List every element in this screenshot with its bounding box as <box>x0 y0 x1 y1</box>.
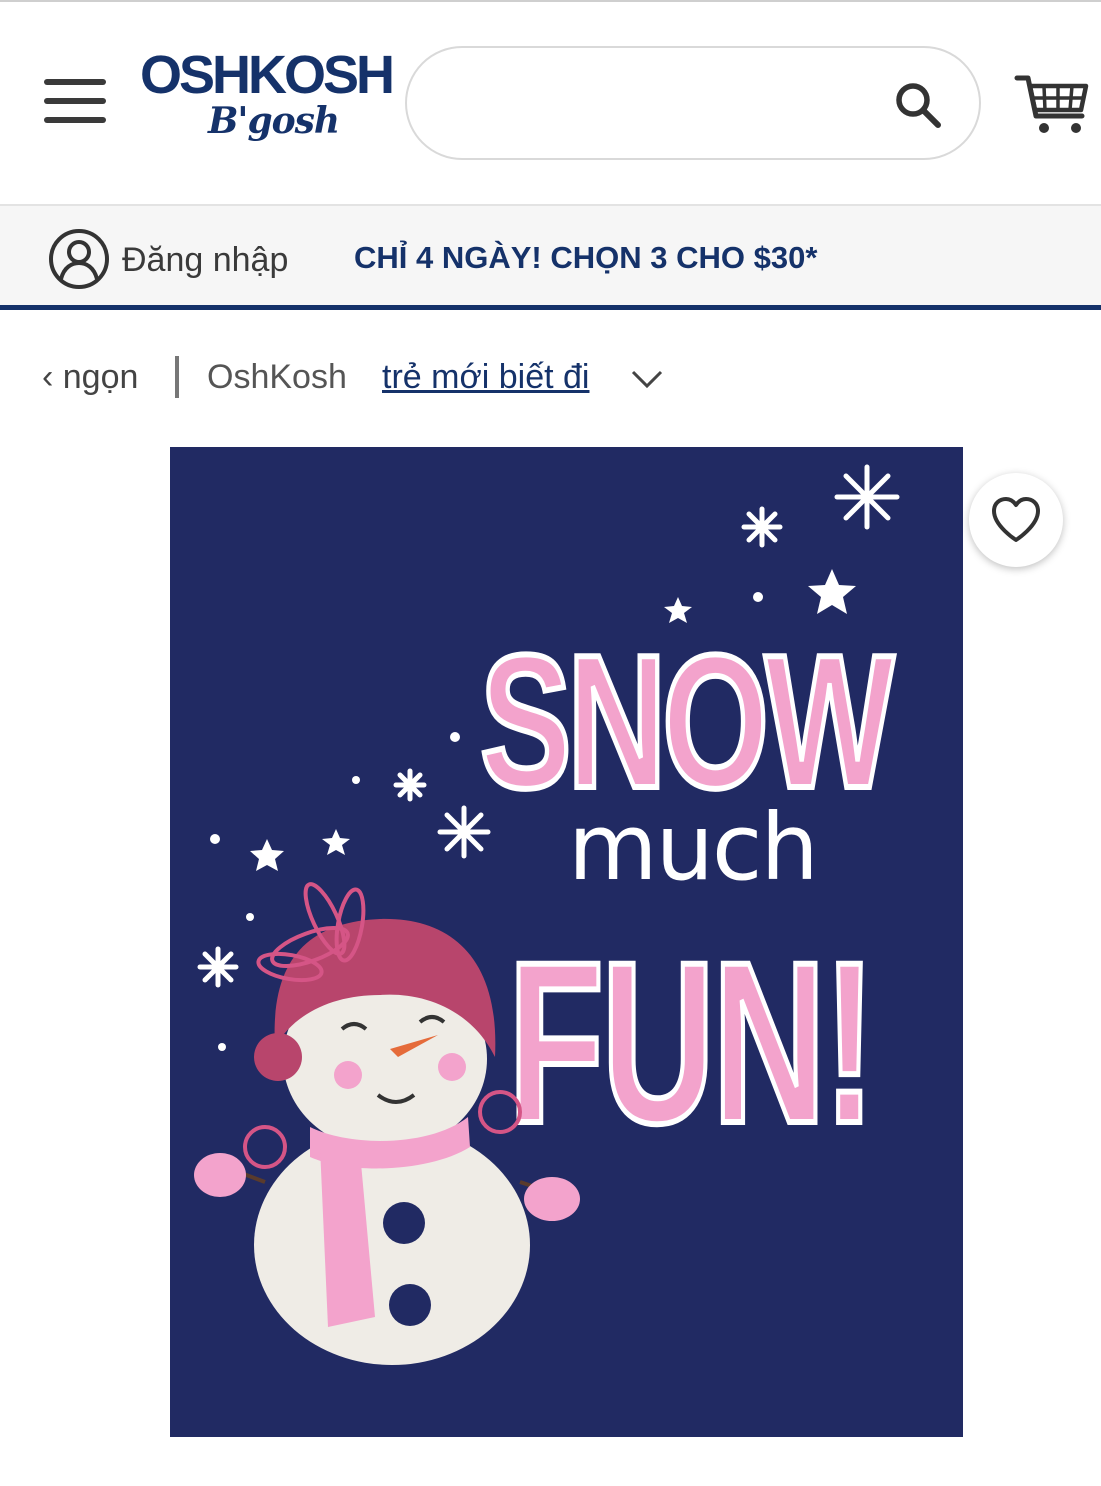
breadcrumb-back-link[interactable]: ‹ ngọn <box>42 358 138 397</box>
breadcrumb: ‹ ngọn OshKosh trẻ mới biết đi <box>0 350 1101 410</box>
hamburger-menu-icon[interactable] <box>44 79 106 127</box>
account-promo-bar: Đăng nhập CHỈ 4 NGÀY! CHỌN 3 CHO $30* <box>0 204 1101 309</box>
chevron-down-icon[interactable] <box>630 368 664 390</box>
site-header: OSHKOSH B'gosh <box>0 2 1101 202</box>
search-bar[interactable] <box>405 46 981 160</box>
snowman-graphic: SNOW much FUN! <box>194 464 904 1365</box>
navy-divider <box>0 305 1101 310</box>
heart-icon <box>992 497 1040 542</box>
search-input[interactable] <box>443 72 877 136</box>
promo-banner-text[interactable]: CHỈ 4 NGÀY! CHỌN 3 CHO $30* <box>354 240 817 276</box>
cart-icon[interactable] <box>1014 72 1090 138</box>
favorite-button[interactable] <box>969 473 1063 567</box>
login-label: Đăng nhập <box>122 241 289 279</box>
svg-text:FUN!: FUN! <box>508 914 873 1171</box>
search-icon[interactable] <box>893 80 943 130</box>
breadcrumb-category-dropdown[interactable]: trẻ mới biết đi <box>382 358 589 397</box>
svg-text:much: much <box>568 794 817 901</box>
breadcrumb-separator <box>175 356 179 398</box>
user-icon <box>49 229 109 289</box>
oshkosh-logo[interactable]: OSHKOSH B'gosh <box>140 44 395 156</box>
breadcrumb-brand-link[interactable]: OshKosh <box>207 358 347 397</box>
product-image[interactable]: SNOW much FUN! <box>170 447 963 1437</box>
logo-script: B'gosh <box>208 100 340 142</box>
logo-wordmark: OSHKOSH <box>140 45 395 105</box>
